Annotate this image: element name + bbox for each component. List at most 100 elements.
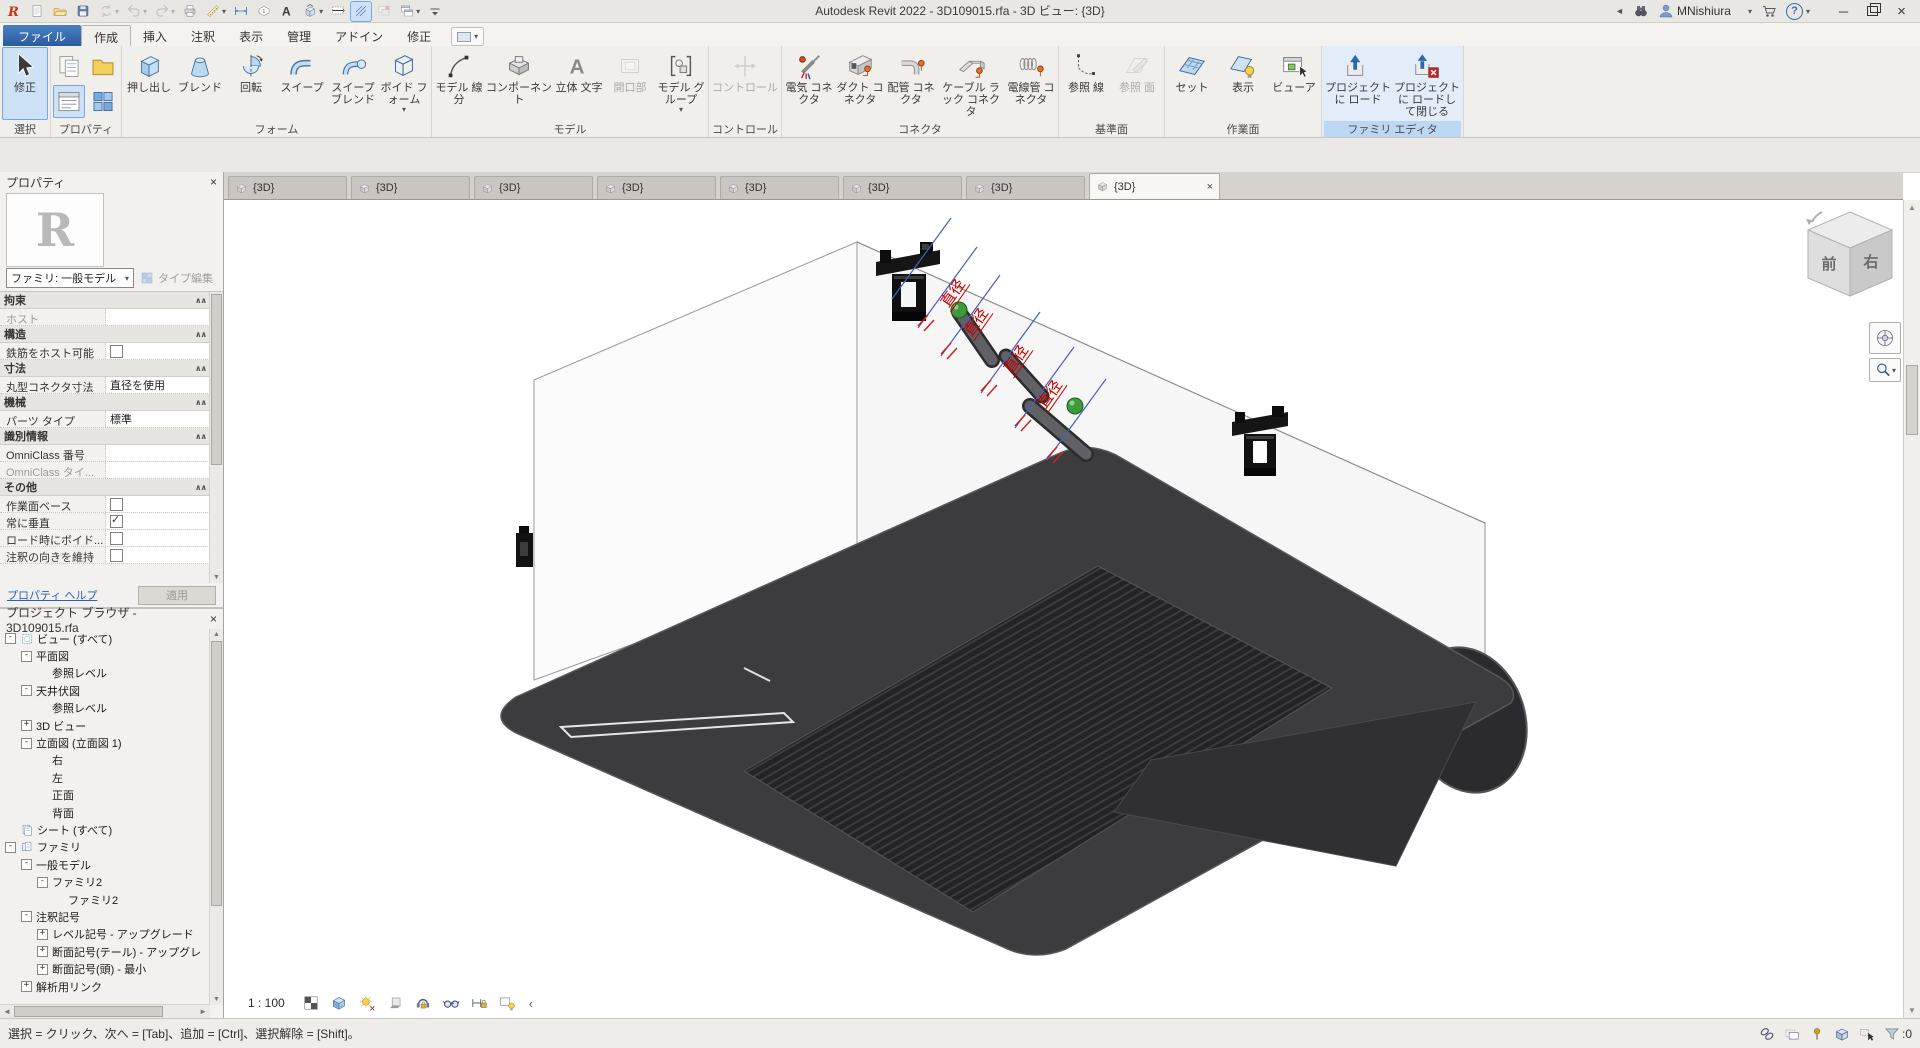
load-into-project-and-close-icon[interactable]: プロジェクトに ロードして閉じる ▾ xyxy=(1393,47,1461,120)
tree-item[interactable]: 背面 xyxy=(0,804,210,821)
account-menu[interactable]: MNishiura ▾ xyxy=(1658,3,1752,19)
ribbon-tab[interactable]: 修正 xyxy=(395,25,443,46)
model-text-icon[interactable]: 立体 文字 ▾ xyxy=(554,47,604,120)
tree-item[interactable]: + レベル記号 - アップグレード xyxy=(0,926,210,943)
checkbox[interactable] xyxy=(110,345,123,358)
tree-expander[interactable]: + xyxy=(37,929,48,940)
view-tab[interactable]: {3D} × xyxy=(843,176,962,199)
scroll-up-icon[interactable]: ▲ xyxy=(1904,203,1920,212)
back-arrow-icon[interactable]: ◄ xyxy=(1615,6,1624,16)
edit-type-button[interactable]: タイプ編集 xyxy=(139,270,213,286)
tree-item[interactable]: 参照レベル xyxy=(0,665,210,682)
app-store-icon[interactable] xyxy=(1761,3,1777,19)
view-tab[interactable]: {3D} × xyxy=(597,176,716,199)
tree-expander[interactable]: - xyxy=(5,842,16,853)
view-tab[interactable]: {3D} × xyxy=(720,176,839,199)
tree-item[interactable]: - ビュー (すべて) xyxy=(0,630,210,647)
tree-item[interactable]: + 断面記号(テール) - アップグレ xyxy=(0,943,210,960)
property-value[interactable] xyxy=(106,309,210,325)
tree-item[interactable]: 参照レベル xyxy=(0,700,210,717)
model-group-icon[interactable]: モデル グループ ▾ xyxy=(656,47,706,120)
swept-blend-icon[interactable]: スイープ ブレンド ▾ xyxy=(328,47,378,120)
property-section-header[interactable]: 識別情報 ∧∧ xyxy=(0,428,210,445)
tree-item[interactable]: + 3D ビュー xyxy=(0,717,210,734)
model-line-icon[interactable]: モデル 線分 ▾ xyxy=(434,47,484,120)
property-value[interactable] xyxy=(106,547,210,563)
apply-button[interactable]: 適用 xyxy=(138,586,216,605)
property-section-header[interactable]: その他 ∧∧ xyxy=(0,479,210,496)
property-section-header[interactable]: 寸法 ∧∧ xyxy=(0,360,210,377)
tree-item[interactable]: - 天井伏図 xyxy=(0,682,210,699)
ribbon-tab[interactable]: 作成 xyxy=(81,25,131,46)
ribbon-panel-label[interactable]: 作業面 ▾ xyxy=(1167,121,1319,137)
tree-expander[interactable]: - xyxy=(5,633,16,644)
scroll-down-icon[interactable]: ▼ xyxy=(1904,1006,1920,1015)
pipe-connector-handle[interactable] xyxy=(1067,398,1083,414)
tree-item[interactable]: + 解析用リンク xyxy=(0,978,210,995)
type-selector[interactable]: ファミリ: 一般モデル ▾ xyxy=(6,268,134,288)
model-side-bracket[interactable] xyxy=(516,526,533,567)
ribbon-display-toggle[interactable]: ▾ xyxy=(451,27,484,46)
scroll-up-icon[interactable]: ▲ xyxy=(210,631,223,638)
temporary-hide-isolate-icon[interactable] xyxy=(441,993,461,1013)
browser-horizontal-scrollbar[interactable]: ◄ ► xyxy=(0,1004,210,1018)
scroll-down-icon[interactable]: ▼ xyxy=(210,996,223,1003)
tree-item[interactable]: - 一般モデル xyxy=(0,856,210,873)
modify-cursor-icon[interactable]: 修正 ▾ xyxy=(2,47,48,120)
tag-icon[interactable]: ▾ xyxy=(254,2,274,21)
reveal-constraints-icon[interactable] xyxy=(469,993,489,1013)
drawing-area[interactable]: 直径 直径 直径 直径 前 右 ▾ 1 : 100 xyxy=(224,200,1903,1018)
tree-item[interactable]: シート (すべて) xyxy=(0,821,210,838)
default-3d-view-icon[interactable]: ▾ xyxy=(300,2,325,21)
tree-item[interactable]: 正面 xyxy=(0,787,210,804)
view-tab[interactable]: {3D} × xyxy=(1089,173,1220,199)
close-hidden-windows-icon[interactable]: ▾ xyxy=(374,2,394,21)
switch-windows-icon[interactable]: ▾ xyxy=(397,2,422,21)
measure-icon[interactable]: ▾ xyxy=(203,2,228,21)
cable-tray-connector-icon[interactable]: ケーブル ラック コネクタ ▾ xyxy=(937,47,1005,120)
tree-expander[interactable]: - xyxy=(21,859,32,870)
select-by-face-toggle[interactable] xyxy=(1833,1025,1851,1043)
ribbon-panel-label[interactable]: ファミリ エディタ ▾ xyxy=(1324,121,1461,137)
close-icon[interactable]: × xyxy=(210,175,217,189)
ribbon-panel-label[interactable]: モデル ▾ xyxy=(434,121,706,137)
scroll-down-icon[interactable]: ▼ xyxy=(210,574,223,581)
property-value[interactable]: 直径を使用 xyxy=(106,377,210,393)
checkbox[interactable] xyxy=(110,498,123,511)
property-section-header[interactable]: 機械 ∧∧ xyxy=(0,394,210,411)
ribbon-panel-label[interactable]: コントロール ▾ xyxy=(711,121,779,137)
scroll-right-icon[interactable]: ► xyxy=(199,1007,207,1016)
view-tab[interactable]: {3D} × xyxy=(966,176,1085,199)
duct-connector-icon[interactable]: ダクト コネクタ ▾ xyxy=(835,47,885,120)
aligned-dimension-icon[interactable]: ▾ xyxy=(231,2,251,21)
select-pinned-toggle[interactable] xyxy=(1808,1025,1826,1043)
set-work-plane-icon[interactable]: セット ▾ xyxy=(1167,47,1217,120)
scrollbar-thumb[interactable] xyxy=(1906,365,1918,435)
ribbon-tab[interactable]: 管理 xyxy=(275,25,323,46)
view-tab[interactable]: {3D} × xyxy=(228,176,347,199)
family-types-icon[interactable]: ▾ xyxy=(53,85,85,118)
tree-expander[interactable]: - xyxy=(37,877,48,888)
restore-button[interactable] xyxy=(1858,0,1887,22)
redo-icon[interactable]: ▾ xyxy=(152,2,177,21)
tree-item[interactable]: 右 xyxy=(0,752,210,769)
show-work-plane-icon[interactable]: 表示 ▾ xyxy=(1218,47,1268,120)
select-links-toggle[interactable] xyxy=(1758,1025,1776,1043)
checkbox[interactable] xyxy=(110,532,123,545)
tree-expander[interactable]: + xyxy=(21,981,32,992)
extrusion-icon[interactable]: 押し出し ▾ xyxy=(124,47,174,120)
tree-item[interactable]: - ファミリ2 xyxy=(0,873,210,890)
model-view[interactable]: 直径 直径 直径 直径 xyxy=(224,200,1903,1018)
load-into-project-icon[interactable]: プロジェクトに ロード ▾ xyxy=(1324,47,1392,120)
customize-qat-icon[interactable]: ▾ xyxy=(425,2,445,21)
property-section-header[interactable]: 構造 ∧∧ xyxy=(0,326,210,343)
revit-logo[interactable]: ▾ xyxy=(4,2,24,21)
open-folder-icon[interactable]: ▾ xyxy=(87,50,119,83)
ribbon-tab[interactable]: アドイン xyxy=(323,25,395,46)
help-menu[interactable]: ? ▾ xyxy=(1786,3,1810,20)
tree-item[interactable]: 左 xyxy=(0,769,210,786)
tree-expander[interactable]: - xyxy=(21,911,32,922)
tab-file[interactable]: ファイル xyxy=(3,25,81,46)
ribbon-panel-label[interactable]: プロパティ ▾ xyxy=(53,121,119,137)
home-icon[interactable]: ▾ xyxy=(27,2,47,21)
